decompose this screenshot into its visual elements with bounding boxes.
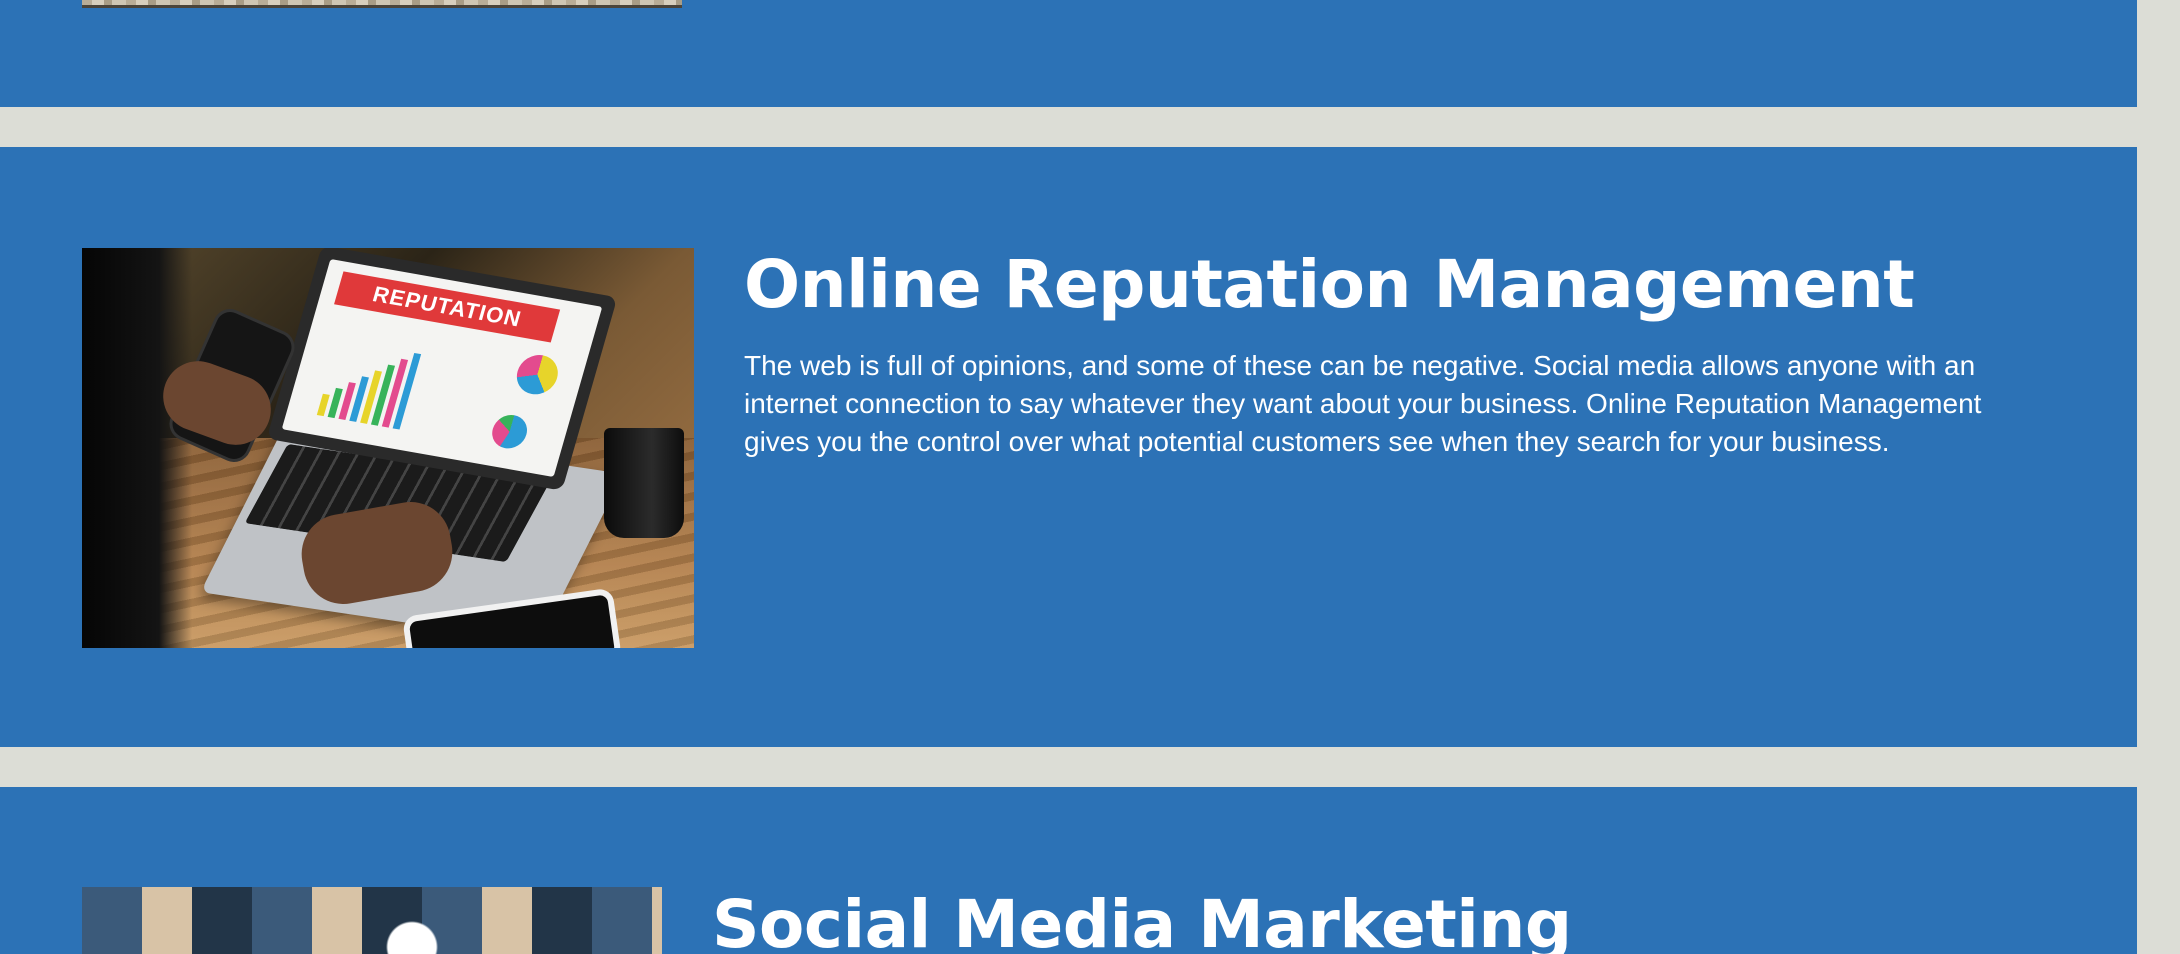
section-description: The web is full of opinions, and some of… <box>744 349 1982 457</box>
content-section-social-media-marketing: Social Media Marketing <box>0 787 2137 954</box>
bar-graph-illustration <box>316 340 422 430</box>
content-section-previous <box>0 0 2137 107</box>
content-section-online-reputation-management: REPUTATION Online Reputation Management … <box>0 147 2137 747</box>
reputation-laptop-image: REPUTATION <box>82 248 694 648</box>
person-arm <box>82 248 192 648</box>
section-title: Social Media Marketing <box>712 886 1572 954</box>
coffee-cup <box>604 428 684 538</box>
section-title: Online Reputation Management <box>744 246 1915 323</box>
reputation-banner: REPUTATION <box>334 271 561 343</box>
section-image <box>82 0 682 8</box>
social-media-team-image <box>82 887 662 954</box>
laptop-screen-display: REPUTATION <box>281 258 603 478</box>
pie-chart-illustration-secondary <box>488 412 532 452</box>
pie-chart-illustration <box>512 351 563 398</box>
page: REPUTATION Online Reputation Management … <box>0 0 2180 954</box>
section-text: Online Reputation Management The web is … <box>744 247 2034 461</box>
section-text: Social Media Marketing <box>712 887 2012 954</box>
